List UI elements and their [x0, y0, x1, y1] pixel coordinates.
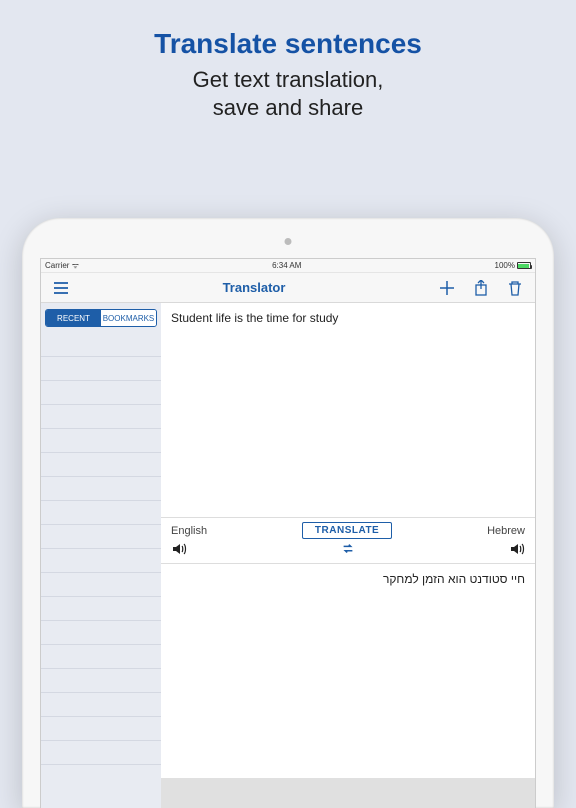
nav-bar: Translator	[41, 273, 535, 303]
tab-recent[interactable]: RECENT	[46, 310, 101, 326]
promo-sub-line2: save and share	[0, 94, 576, 122]
segment-control: RECENT BOOKMARKS	[45, 309, 157, 327]
list-item[interactable]	[41, 645, 161, 669]
list-item[interactable]	[41, 549, 161, 573]
list-item[interactable]	[41, 621, 161, 645]
tablet-frame: Carrier ᯤ 6:34 AM 100% Translator	[22, 218, 554, 808]
list-item[interactable]	[41, 573, 161, 597]
app-screen: Carrier ᯤ 6:34 AM 100% Translator	[40, 258, 536, 808]
control-row	[161, 539, 535, 564]
list-item[interactable]	[41, 381, 161, 405]
status-bar: Carrier ᯤ 6:34 AM 100%	[41, 259, 535, 273]
target-text-area[interactable]: חיי סטודנט הוא הזמן למחקר	[161, 564, 535, 778]
list-item[interactable]	[41, 597, 161, 621]
list-item[interactable]	[41, 405, 161, 429]
battery-percent: 100%	[495, 261, 515, 270]
source-lang-label[interactable]: English	[171, 525, 207, 537]
tab-bookmarks[interactable]: BOOKMARKS	[101, 310, 156, 326]
sidebar: RECENT BOOKMARKS	[41, 303, 161, 808]
menu-icon[interactable]	[53, 280, 69, 296]
translate-button[interactable]: TRANSLATE	[302, 522, 392, 539]
list-item[interactable]	[41, 477, 161, 501]
add-icon[interactable]	[439, 280, 455, 296]
list-item[interactable]	[41, 717, 161, 741]
language-row: English TRANSLATE Hebrew	[161, 518, 535, 539]
list-item[interactable]	[41, 525, 161, 549]
list-item[interactable]	[41, 501, 161, 525]
swap-languages-icon[interactable]	[340, 542, 356, 556]
list-item[interactable]	[41, 357, 161, 381]
list-item[interactable]	[41, 741, 161, 765]
promo-subtitle: Get text translation, save and share	[0, 66, 576, 121]
main-panel: Student life is the time for study Engli…	[161, 303, 535, 808]
wifi-icon: ᯤ	[72, 261, 79, 270]
list-item[interactable]	[41, 693, 161, 717]
bottom-bar	[161, 778, 535, 808]
nav-title: Translator	[85, 280, 423, 295]
list-item[interactable]	[41, 453, 161, 477]
nav-actions	[439, 280, 523, 296]
list-item[interactable]	[41, 429, 161, 453]
promo-title: Translate sentences	[0, 28, 576, 60]
content-area: RECENT BOOKMARKS	[41, 303, 535, 808]
status-right: 100%	[495, 261, 531, 270]
list-item[interactable]	[41, 333, 161, 357]
target-lang-label[interactable]: Hebrew	[487, 525, 525, 537]
trash-icon[interactable]	[507, 280, 523, 296]
list-item[interactable]	[41, 669, 161, 693]
status-time: 6:34 AM	[272, 261, 301, 270]
speak-source-icon[interactable]	[171, 541, 187, 557]
speak-target-icon[interactable]	[509, 541, 525, 557]
carrier-label: Carrier	[45, 261, 69, 270]
promo-sub-line1: Get text translation,	[0, 66, 576, 94]
status-carrier: Carrier ᯤ	[45, 260, 79, 271]
battery-icon	[517, 262, 531, 269]
history-list[interactable]	[41, 333, 161, 808]
source-text-area[interactable]: Student life is the time for study	[161, 303, 535, 518]
share-icon[interactable]	[473, 280, 489, 296]
